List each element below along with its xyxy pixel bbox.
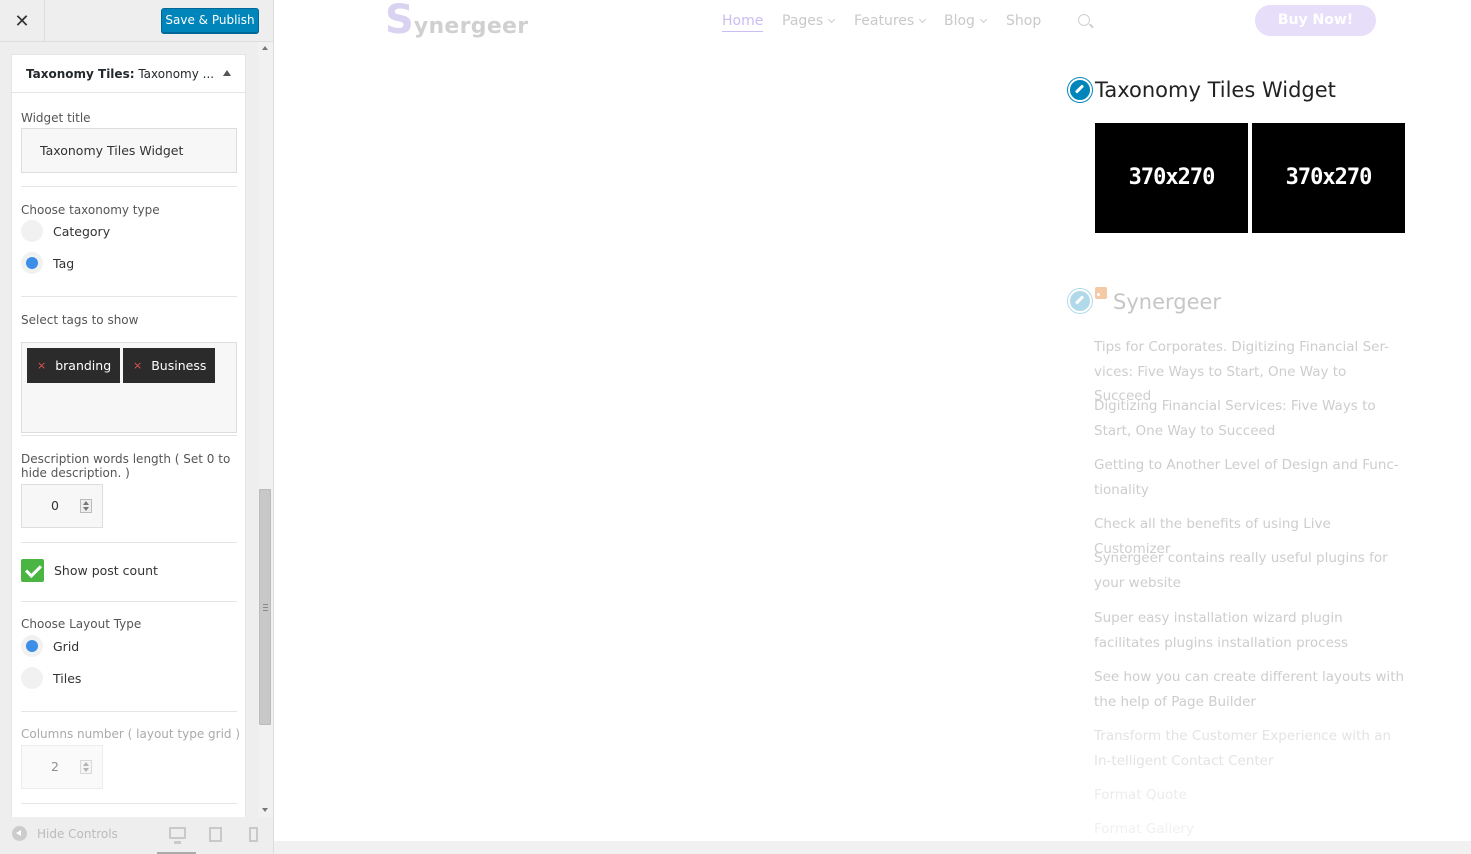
- post-link[interactable]: Format Gallery: [1094, 817, 1406, 842]
- radio-label: Tag: [53, 255, 75, 271]
- mobile-preview-icon[interactable]: [249, 827, 258, 842]
- edit-pencil-icon[interactable]: [1068, 289, 1092, 313]
- show-post-count-row[interactable]: Show post count: [21, 558, 158, 582]
- scroll-down-icon[interactable]: [262, 808, 268, 812]
- remove-tag-icon[interactable]: ×: [37, 348, 46, 383]
- tag-chip-label: Business: [151, 358, 207, 373]
- tag-chip-label: branding: [55, 358, 112, 373]
- post-link[interactable]: Transform the Customer Experience with a…: [1094, 724, 1406, 773]
- stepper-arrows-icon[interactable]: [80, 760, 92, 774]
- stepper-value: 0: [51, 498, 59, 513]
- nav-features[interactable]: Features: [854, 13, 927, 29]
- tablet-preview-icon[interactable]: [209, 827, 222, 842]
- widget-header-type: Taxonomy Tiles:: [26, 67, 135, 81]
- widget-header-title: Taxonomy ...: [134, 67, 215, 81]
- nav-pages[interactable]: Pages: [782, 13, 836, 29]
- widget-panel-header[interactable]: Taxonomy Tiles: Taxonomy ...: [12, 55, 245, 93]
- radio-button[interactable]: [21, 252, 43, 274]
- nav-label: Pages: [782, 13, 824, 29]
- save-publish-button[interactable]: Save & Publish: [161, 8, 259, 33]
- collapse-arrow-icon: [12, 826, 27, 841]
- nav-label: Features: [854, 13, 915, 29]
- radio-category[interactable]: Category: [21, 220, 110, 242]
- taxonomy-tile[interactable]: 370x270: [1095, 123, 1248, 233]
- hide-controls-button[interactable]: Hide Controls: [12, 826, 118, 841]
- desktop-preview-icon[interactable]: [169, 827, 186, 844]
- customizer-sidebar: ✕ Save & Publish Taxonomy Tiles: Taxonom…: [0, 0, 274, 854]
- site-logo[interactable]: Synergeer: [385, 0, 528, 42]
- post-link[interactable]: Format Quote: [1094, 783, 1406, 808]
- chevron-down-icon: [828, 15, 836, 24]
- tag-chip-branding: × branding: [27, 348, 121, 383]
- taxonomy-type-label: Choose taxonomy type: [21, 203, 160, 217]
- tag-chip-business: × Business: [123, 348, 216, 383]
- nav-label: Blog: [944, 13, 975, 29]
- divider: [21, 435, 237, 436]
- grip-icon: [263, 604, 268, 611]
- collapse-caret-icon[interactable]: [223, 70, 231, 76]
- buy-now-button[interactable]: Buy Now!: [1255, 5, 1376, 36]
- radio-label: Grid: [53, 638, 80, 654]
- show-post-count-label: Show post count: [54, 562, 158, 578]
- divider: [21, 186, 237, 187]
- edit-pencil-icon[interactable]: [1068, 78, 1092, 102]
- sidebar-footer: Hide Controls: [0, 817, 273, 854]
- post-link[interactable]: Super easy installation wizard plugin fa…: [1094, 606, 1406, 655]
- sidebar-scrollbar[interactable]: [258, 42, 273, 817]
- stepper-arrows-icon[interactable]: [80, 499, 92, 513]
- scroll-up-icon[interactable]: [262, 46, 268, 50]
- columns-label: Columns number ( layout type grid ): [21, 727, 241, 741]
- site-preview: Synergeer Home Pages Features Blog Shop …: [274, 0, 1471, 854]
- divider: [21, 296, 237, 297]
- nav-blog[interactable]: Blog: [944, 13, 987, 29]
- radio-label: Category: [53, 223, 111, 239]
- taxonomy-tile[interactable]: 370x270: [1252, 123, 1405, 233]
- search-icon[interactable]: [1078, 14, 1090, 26]
- divider: [21, 711, 237, 712]
- tags-label: Select tags to show: [21, 313, 139, 327]
- post-link[interactable]: See how you can create different layouts…: [1094, 665, 1406, 714]
- desc-length-stepper[interactable]: 0: [21, 484, 103, 528]
- hide-controls-label: Hide Controls: [37, 826, 118, 841]
- sidebar-header: ✕ Save & Publish: [0, 0, 273, 42]
- tags-select-input[interactable]: × branding × Business: [21, 342, 237, 433]
- desc-length-label: Description words length ( Set 0 to hide…: [21, 452, 231, 480]
- scrollbar-thumb[interactable]: [259, 489, 271, 725]
- logo-text: ynergeer: [413, 14, 529, 39]
- divider: [21, 542, 237, 543]
- radio-tiles[interactable]: Tiles: [21, 667, 81, 689]
- widget-panel: Taxonomy Tiles: Taxonomy ... Widget titl…: [11, 54, 246, 817]
- post-link[interactable]: Digitizing Financial Services: Five Ways…: [1094, 394, 1406, 443]
- divider: [21, 803, 237, 804]
- radio-grid[interactable]: Grid: [21, 635, 79, 657]
- widget-title-label: Widget title: [21, 111, 91, 125]
- nav-home[interactable]: Home: [722, 13, 764, 32]
- close-icon[interactable]: ✕: [0, 0, 45, 42]
- checkbox-checked-icon[interactable]: [21, 558, 44, 582]
- radio-button[interactable]: [21, 220, 43, 242]
- chevron-down-icon: [919, 15, 927, 24]
- radio-button[interactable]: [21, 635, 43, 657]
- post-link[interactable]: Synergeer contains really useful plugins…: [1094, 546, 1406, 595]
- tiles-widget-title: Taxonomy Tiles Widget: [1095, 78, 1336, 102]
- widget-title-input[interactable]: Taxonomy Tiles Widget: [21, 128, 237, 173]
- radio-label: Tiles: [53, 670, 82, 686]
- radio-button[interactable]: [21, 667, 43, 689]
- radio-tag[interactable]: Tag: [21, 252, 74, 274]
- nav-shop[interactable]: Shop: [1006, 13, 1041, 29]
- layout-type-label: Choose Layout Type: [21, 617, 142, 631]
- stepper-value: 2: [51, 759, 59, 774]
- divider: [21, 601, 237, 602]
- remove-tag-icon[interactable]: ×: [133, 348, 142, 383]
- rss-icon: [1095, 287, 1107, 299]
- post-link[interactable]: Getting to Another Level of Design and F…: [1094, 453, 1406, 502]
- rss-widget-title: Synergeer: [1113, 290, 1222, 314]
- sidebar-scroll-area: Taxonomy Tiles: Taxonomy ... Widget titl…: [0, 42, 258, 817]
- customizer-app: ✕ Save & Publish Taxonomy Tiles: Taxonom…: [0, 0, 1471, 854]
- preview-horizontal-scrollbar[interactable]: [274, 841, 1471, 854]
- logo-initial: S: [385, 0, 414, 43]
- chevron-down-icon: [979, 15, 987, 24]
- columns-stepper[interactable]: 2: [21, 745, 103, 789]
